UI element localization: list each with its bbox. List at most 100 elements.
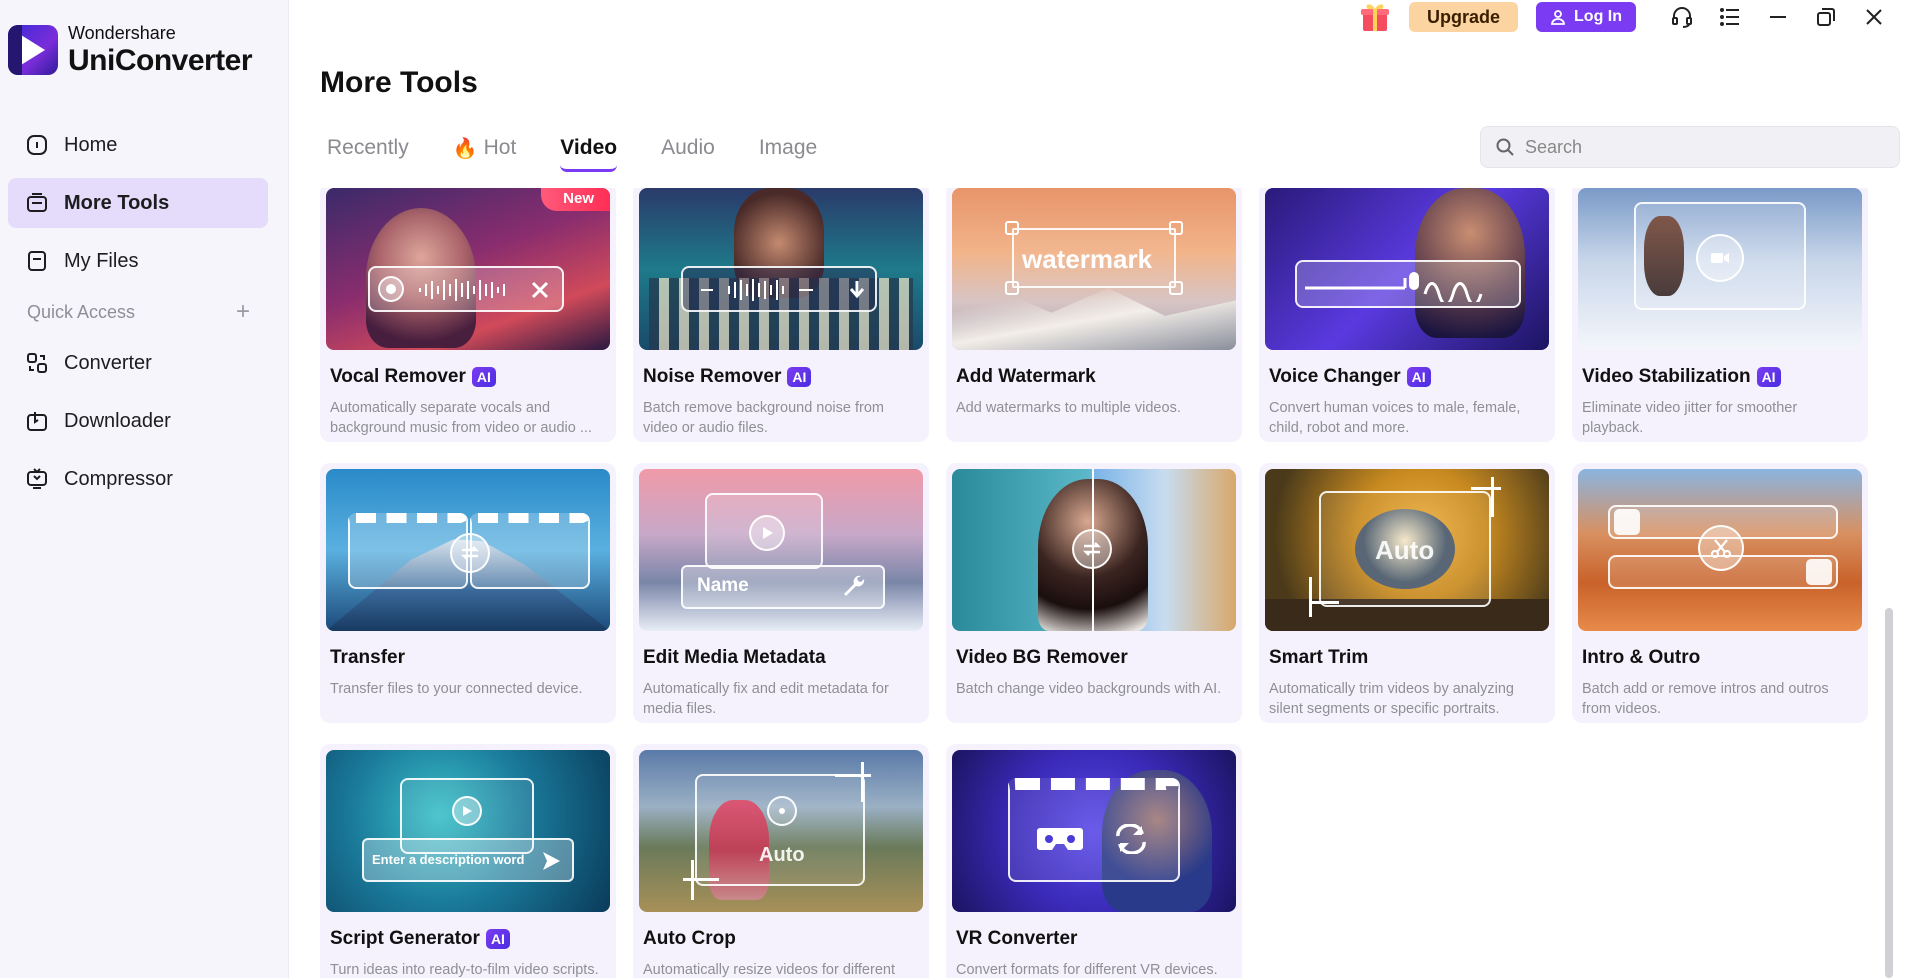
card-description: Transfer files to your connected device. — [330, 681, 583, 697]
card-title: Voice Changer — [1269, 366, 1401, 387]
card-title: Add Watermark — [956, 366, 1096, 387]
card-title: Intro & Outro — [1582, 647, 1701, 668]
card-title: Smart Trim — [1269, 647, 1369, 668]
smart-trim-thumbnail: Auto — [1265, 469, 1549, 631]
sidebar-item-label: Converter — [64, 351, 152, 374]
login-label: Log In — [1574, 8, 1622, 25]
card-description: Automatically resize videos for differen… — [643, 962, 895, 978]
vertical-scrollbar[interactable] — [1885, 608, 1893, 978]
description-prompt-text: Enter a description word — [372, 852, 525, 867]
watermark-overlay-text: watermark — [1022, 244, 1153, 274]
tool-card-auto-crop[interactable]: Auto Auto Crop Automatically resize vide… — [633, 744, 929, 978]
intro-outro-thumbnail — [1578, 469, 1862, 631]
support-headset-icon[interactable] — [1668, 3, 1696, 31]
tab-audio[interactable]: Audio — [661, 130, 715, 166]
tool-card-voice-changer[interactable]: Voice Changer AI Convert human voices to … — [1259, 188, 1555, 442]
ai-badge: AI — [1756, 367, 1781, 387]
outro-clip-icon — [1806, 559, 1832, 585]
sidebar-item-my-files[interactable]: My Files — [8, 236, 268, 286]
play-icon — [452, 796, 482, 826]
tool-card-script-generator[interactable]: Enter a description word Script Generato… — [320, 744, 616, 978]
tab-label: Audio — [661, 136, 715, 159]
card-title: Script Generator — [330, 928, 480, 949]
convert-arrows-icon — [1116, 824, 1146, 854]
voice-wave-icon — [1305, 272, 1483, 302]
minimize-icon[interactable] — [1764, 3, 1792, 31]
tool-card-vr-converter[interactable]: VR Converter Convert formats for differe… — [946, 744, 1242, 978]
vr-converter-thumbnail — [952, 750, 1236, 912]
login-button[interactable]: Log In — [1536, 2, 1636, 32]
card-description: Automatically fix and edit metadata for … — [643, 681, 889, 717]
search-icon — [1496, 138, 1514, 156]
tool-card-intro-outro[interactable]: Intro & Outro Batch add or remove intros… — [1572, 463, 1868, 723]
app-window: Wondershare UniConverter Home More Tools — [0, 0, 1906, 978]
sidebar-item-downloader[interactable]: Downloader — [8, 396, 268, 446]
transfer-arrows-icon — [450, 533, 490, 573]
tool-card-transfer[interactable]: Transfer Transfer files to your connecte… — [320, 463, 616, 723]
tool-card-edit-media-metadata[interactable]: Name Edit Media Metadata Automatically f… — [633, 463, 929, 723]
sidebar-item-label: Downloader — [64, 409, 171, 432]
auto-crop-thumbnail: Auto — [639, 750, 923, 912]
crop-target-icon — [767, 796, 797, 826]
upgrade-button[interactable]: Upgrade — [1409, 2, 1519, 32]
card-description: Batch change video backgrounds with AI. — [956, 681, 1222, 697]
gift-icon[interactable] — [1359, 1, 1391, 33]
quick-access-header: Quick Access + — [8, 292, 268, 332]
tool-card-video-stabilization[interactable]: Video Stabilization AI Eliminate video ji… — [1572, 188, 1868, 442]
card-title: Vocal Remover — [330, 366, 466, 387]
edit-media-metadata-thumbnail: Name — [639, 469, 923, 631]
quick-access-label: Quick Access — [27, 301, 136, 322]
waveform-icon — [419, 279, 505, 301]
card-title: Edit Media Metadata — [643, 647, 826, 668]
close-icon[interactable] — [1860, 3, 1888, 31]
search-input[interactable] — [1525, 136, 1885, 158]
card-title: Auto Crop — [643, 928, 736, 949]
more-tools-icon — [24, 190, 50, 216]
fire-icon: 🔥 — [452, 137, 478, 160]
card-title: VR Converter — [956, 928, 1078, 949]
sidebar-item-label: My Files — [64, 249, 139, 272]
brand-main-text: UniConverter — [68, 44, 253, 77]
category-tabs: Recently 🔥 Hot Video Audio Image — [327, 130, 861, 172]
tab-hot[interactable]: 🔥 Hot — [453, 130, 517, 166]
tool-card-video-bg-remover[interactable]: Video BG Remover Batch change video back… — [946, 463, 1242, 723]
wrench-icon — [844, 575, 865, 596]
script-generator-thumbnail: Enter a description word — [326, 750, 610, 912]
compressor-icon — [24, 466, 50, 492]
tab-image[interactable]: Image — [759, 130, 817, 166]
sidebar-item-home[interactable]: Home — [8, 120, 268, 170]
vocal-icon — [378, 276, 404, 302]
tool-card-add-watermark[interactable]: watermark Add Watermark Add watermarks t… — [946, 188, 1242, 442]
sidebar-item-converter[interactable]: Converter — [8, 338, 268, 388]
card-description: Turn ideas into ready-to-film video scri… — [330, 962, 599, 978]
tab-label: Image — [758, 136, 818, 159]
menu-list-icon[interactable] — [1716, 3, 1744, 31]
add-quick-access-icon[interactable]: + — [236, 298, 250, 326]
card-description: Convert human voices to male, female, ch… — [1269, 400, 1521, 436]
metadata-name-text: Name — [697, 575, 749, 596]
ai-badge: AI — [1406, 367, 1431, 387]
sidebar-item-more-tools[interactable]: More Tools — [8, 178, 268, 228]
card-title: Video BG Remover — [956, 647, 1128, 668]
home-icon — [24, 132, 50, 158]
title-bar: Upgrade Log In — [1359, 0, 1906, 34]
tab-label: Hot — [483, 136, 517, 159]
tool-card-noise-remover[interactable]: Noise Remover AI Batch remove background … — [633, 188, 929, 442]
sidebar: Wondershare UniConverter Home More Tools — [0, 0, 289, 978]
sidebar-nav: Home More Tools My Files Quick Access + — [8, 120, 268, 512]
tab-video[interactable]: Video — [560, 130, 617, 172]
tool-card-vocal-remover[interactable]: New Vocal Remover AI Automatically separa… — [320, 188, 616, 442]
card-title: Video Stabilization — [1582, 366, 1751, 387]
sidebar-item-compressor[interactable]: Compressor — [8, 454, 268, 504]
add-watermark-thumbnail: watermark — [952, 188, 1236, 350]
tab-recently[interactable]: Recently — [327, 130, 409, 166]
tool-card-smart-trim[interactable]: Auto Smart Trim Automatically trim video… — [1259, 463, 1555, 723]
noise-waveform-icon — [701, 279, 813, 301]
restore-window-icon[interactable] — [1812, 3, 1840, 31]
ai-badge: AI — [485, 929, 510, 949]
downloader-icon — [24, 408, 50, 434]
vocal-remover-thumbnail: New — [326, 188, 610, 350]
card-description: Add watermarks to multiple videos. — [956, 400, 1181, 416]
card-title: Transfer — [330, 647, 405, 668]
card-description: Automatically separate vocals and backgr… — [330, 400, 592, 436]
